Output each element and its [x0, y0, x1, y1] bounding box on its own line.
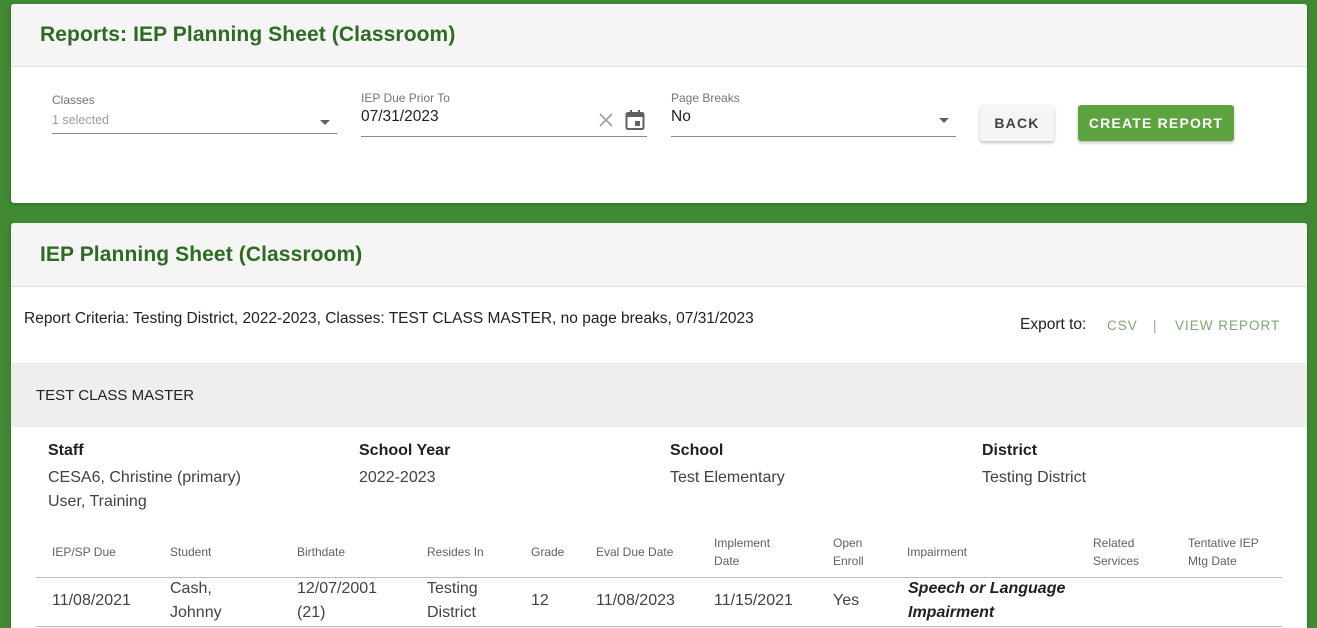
header-line: Enroll — [833, 554, 864, 568]
column-header-student: Student — [170, 545, 212, 559]
school-year-value: 2022-2023 — [359, 469, 436, 486]
report-title: IEP Planning Sheet (Classroom) — [40, 242, 363, 266]
report-card-header: IEP Planning Sheet (Classroom) — [11, 223, 1307, 287]
header-line: Services — [1093, 554, 1140, 568]
iep-due-underline — [361, 136, 647, 137]
view-report-link[interactable]: VIEW REPORT — [1175, 318, 1280, 333]
cell-grade: 12 — [531, 592, 549, 609]
export-csv-link[interactable]: CSV — [1107, 318, 1138, 333]
header-line: Mtg Date — [1188, 554, 1237, 568]
cell-student: Cash, Johnny — [170, 577, 222, 625]
cell-implement-date: 11/15/2021 — [714, 592, 793, 609]
column-header-eval-due: Eval Due Date — [596, 545, 674, 559]
back-button[interactable]: BACK — [980, 105, 1054, 141]
cell-line: Impairment — [908, 604, 995, 621]
clear-icon[interactable] — [598, 112, 614, 128]
column-header-tentative-iep: Tentative IEP Mtg Date — [1188, 534, 1259, 570]
staff-info: Staff CESA6, Christine (primary) User, T… — [48, 442, 241, 514]
cell-line: Speech or Language — [908, 580, 1066, 597]
export-separator: | — [1153, 318, 1158, 333]
cell-open-enroll: Yes — [833, 592, 860, 609]
iep-due-label: IEP Due Prior To — [361, 91, 450, 105]
classes-label: Classes — [52, 93, 95, 107]
school-heading: School — [670, 442, 724, 459]
report-result-card: IEP Planning Sheet (Classroom) Report Cr… — [11, 223, 1307, 628]
column-header-implement-date: Implement Date — [714, 534, 770, 570]
class-name: TEST CLASS MASTER — [36, 386, 195, 404]
header-line: Implement — [714, 536, 771, 550]
report-filter-card: Reports: IEP Planning Sheet (Classroom) … — [11, 4, 1307, 203]
staff-name: CESA6, Christine (primary) — [48, 469, 241, 486]
column-header-grade: Grade — [531, 545, 565, 559]
column-header-birthdate: Birthdate — [297, 545, 346, 559]
staff-heading: Staff — [48, 442, 84, 459]
create-report-button[interactable]: CREATE REPORT — [1078, 105, 1234, 141]
page-breaks-label: Page Breaks — [671, 91, 740, 105]
dropdown-caret-icon — [320, 120, 330, 125]
table-header-divider — [36, 577, 1282, 578]
page-breaks-select[interactable]: Page Breaks No — [671, 91, 956, 137]
school-value: Test Elementary — [670, 469, 785, 486]
cell-eval-due: 11/08/2023 — [596, 592, 675, 609]
school-info: School Test Elementary — [670, 442, 785, 490]
cell-line: Johnny — [170, 604, 222, 621]
page-breaks-value: No — [671, 108, 691, 125]
district-value: Testing District — [982, 469, 1087, 486]
school-year-info: School Year 2022-2023 — [359, 442, 450, 490]
column-header-open-enroll: Open Enroll — [833, 534, 864, 570]
cell-line: (21) — [297, 604, 326, 621]
column-header-resides-in: Resides In — [427, 545, 484, 559]
column-header-related-services: Related Services — [1093, 534, 1139, 570]
header-line: Related — [1093, 536, 1135, 550]
cell-iep-due: 11/08/2021 — [52, 592, 131, 609]
school-year-heading: School Year — [359, 442, 451, 459]
calendar-icon[interactable] — [625, 109, 645, 131]
page-title: Reports: IEP Planning Sheet (Classroom) — [40, 23, 456, 46]
page-breaks-underline — [671, 136, 956, 137]
header-line: Tentative IEP — [1188, 536, 1259, 550]
column-header-iep-due: IEP/SP Due — [52, 545, 116, 559]
report-criteria: Report Criteria: Testing District, 2022-… — [24, 310, 754, 327]
class-section-header: TEST CLASS MASTER — [11, 363, 1307, 427]
header-line: Open — [833, 536, 863, 550]
district-heading: District — [982, 442, 1038, 459]
cell-impairment: Speech or Language Impairment — [908, 577, 1065, 625]
cell-line: District — [427, 604, 476, 621]
table-row-divider — [36, 626, 1282, 627]
cell-resides-in: Testing District — [427, 577, 478, 625]
header-line: Date — [714, 554, 740, 568]
export-label: Export to: — [1020, 316, 1087, 333]
classes-underline — [52, 133, 337, 134]
classes-select[interactable]: Classes 1 selected — [52, 93, 337, 134]
dropdown-caret-icon — [939, 118, 949, 123]
cell-line: Testing — [427, 580, 478, 597]
classes-selected-text: 1 selected — [52, 113, 109, 127]
district-info: District Testing District — [982, 442, 1086, 490]
iep-due-date-field[interactable]: IEP Due Prior To 07/31/2023 — [361, 91, 647, 137]
filter-card-header: Reports: IEP Planning Sheet (Classroom) — [11, 4, 1307, 67]
staff-name: User, Training — [48, 493, 147, 510]
cell-line: Cash, — [170, 580, 212, 597]
column-header-impairment: Impairment — [907, 545, 968, 559]
cell-line: 12/07/2001 — [297, 580, 378, 597]
cell-birthdate: 12/07/2001 (21) — [297, 577, 377, 625]
